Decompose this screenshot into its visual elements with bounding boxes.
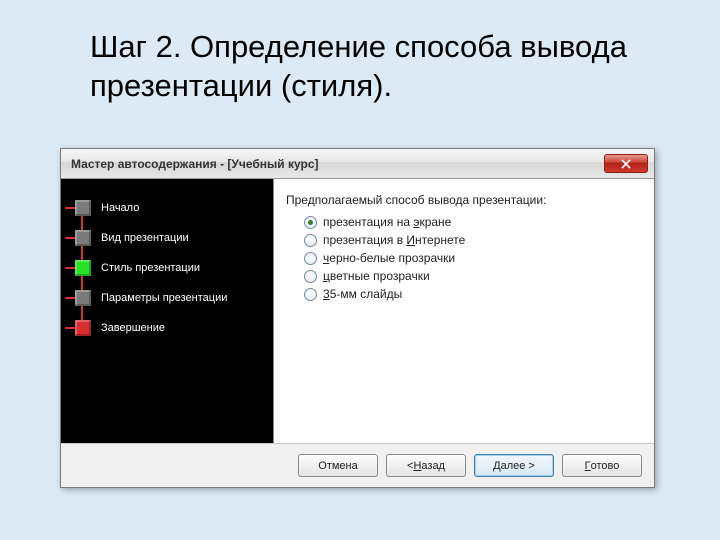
step-tick-icon bbox=[65, 237, 75, 239]
step-box-icon bbox=[75, 200, 91, 216]
dialog-title: Мастер автосодержания - [Учебный курс] bbox=[71, 157, 319, 171]
radio-option[interactable]: 35-мм слайды bbox=[286, 285, 642, 303]
radio-label: цветные прозрачки bbox=[323, 269, 430, 283]
wizard-content-panel: Предполагаемый способ вывода презентации… bbox=[273, 179, 654, 443]
step-box-icon bbox=[75, 320, 91, 336]
finish-button[interactable]: Готово bbox=[562, 454, 642, 477]
slide-title: Шаг 2. Определение способа вывода презен… bbox=[0, 0, 720, 116]
wizard-step: Стиль презентации bbox=[71, 253, 265, 283]
radio-option[interactable]: презентация на экране bbox=[286, 213, 642, 231]
radio-option[interactable]: презентация в Интернете bbox=[286, 231, 642, 249]
radio-option[interactable]: цветные прозрачки bbox=[286, 267, 642, 285]
wizard-step: Вид презентации bbox=[71, 223, 265, 253]
steps-list: Начало Вид презентации Стиль презентации Па… bbox=[71, 193, 265, 343]
radio-label: черно-белые прозрачки bbox=[323, 251, 455, 265]
radio-group: презентация на экране презентация в Интер… bbox=[286, 213, 642, 303]
wizard-step: Начало bbox=[71, 193, 265, 223]
step-box-icon bbox=[75, 260, 91, 276]
step-label: Стиль презентации bbox=[101, 262, 200, 274]
wizard-step: Завершение bbox=[71, 313, 265, 343]
radio-label: 35-мм слайды bbox=[323, 287, 402, 301]
cancel-button[interactable]: Отмена bbox=[298, 454, 378, 477]
radio-label: презентация на экране bbox=[323, 215, 451, 229]
radio-icon bbox=[304, 234, 317, 247]
step-tick-icon bbox=[65, 297, 75, 299]
radio-icon bbox=[304, 252, 317, 265]
wizard-steps-panel: Начало Вид презентации Стиль презентации Па… bbox=[61, 179, 273, 443]
radio-icon bbox=[304, 216, 317, 229]
step-tick-icon bbox=[65, 267, 75, 269]
close-button[interactable] bbox=[604, 154, 648, 173]
radio-label: презентация в Интернете bbox=[323, 233, 465, 247]
radio-icon bbox=[304, 270, 317, 283]
titlebar: Мастер автосодержания - [Учебный курс] bbox=[61, 149, 654, 179]
dialog-body: Начало Вид презентации Стиль презентации Па… bbox=[61, 179, 654, 443]
step-tick-icon bbox=[65, 327, 75, 329]
step-label: Начало bbox=[101, 202, 139, 214]
step-label: Вид презентации bbox=[101, 232, 189, 244]
step-label: Завершение bbox=[101, 322, 165, 334]
step-tick-icon bbox=[65, 207, 75, 209]
close-icon bbox=[621, 159, 631, 169]
wizard-dialog: Мастер автосодержания - [Учебный курс] Н… bbox=[60, 148, 655, 488]
step-box-icon bbox=[75, 290, 91, 306]
back-button[interactable]: < Назад bbox=[386, 454, 466, 477]
step-box-icon bbox=[75, 230, 91, 246]
options-heading: Предполагаемый способ вывода презентации… bbox=[286, 193, 642, 207]
step-label: Параметры презентации bbox=[101, 292, 227, 304]
next-button[interactable]: Далее > bbox=[474, 454, 554, 477]
wizard-step: Параметры презентации bbox=[71, 283, 265, 313]
radio-option[interactable]: черно-белые прозрачки bbox=[286, 249, 642, 267]
radio-icon bbox=[304, 288, 317, 301]
button-row: Отмена < Назад Далее > Готово bbox=[61, 443, 654, 487]
